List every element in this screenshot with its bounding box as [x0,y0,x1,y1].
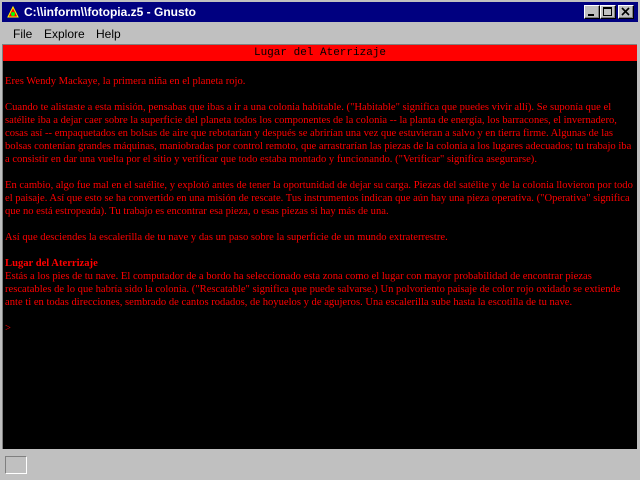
menu-bar: File Explore Help [2,24,638,44]
minimize-icon [588,14,594,16]
minimize-button[interactable] [584,5,600,19]
menu-help[interactable]: Help [96,27,121,41]
menu-file[interactable]: File [13,27,32,41]
story-paragraph: Así que desciendes la escalerilla de tu … [5,232,448,243]
maximize-button[interactable] [600,5,616,19]
command-prompt[interactable]: > [5,322,637,335]
story-paragraph: En cambio, algo fue mal en el satélite, … [5,180,633,217]
room-heading: Lugar del Aterrizaje [5,258,98,269]
location-status-line: Lugar del Aterrizaje [3,45,637,61]
room-description: Estás a los pies de tu nave. El computad… [5,271,621,308]
window-title: C:\\inform\\fotopia.z5 - Gnusto [24,5,196,19]
story-paragraph: Eres Wendy Mackaye, la primera niña en e… [5,76,246,87]
status-bar [2,452,638,478]
maximize-icon [603,7,612,16]
gnusto-app-icon[interactable] [5,4,21,20]
close-icon [621,7,630,16]
close-button[interactable] [618,5,634,19]
title-bar[interactable]: C:\\inform\\fotopia.z5 - Gnusto [2,2,638,22]
menu-explore[interactable]: Explore [44,27,85,41]
gnusto-window: C:\\inform\\fotopia.z5 - Gnusto File Exp… [0,0,640,480]
story-text: Eres Wendy Mackaye, la primera niña en e… [5,75,637,335]
status-panel [5,456,27,474]
story-paragraph: Cuando te alistaste a esta misión, pensa… [5,102,632,165]
game-output-area[interactable]: Lugar del Aterrizaje Eres Wendy Mackaye,… [2,44,637,449]
